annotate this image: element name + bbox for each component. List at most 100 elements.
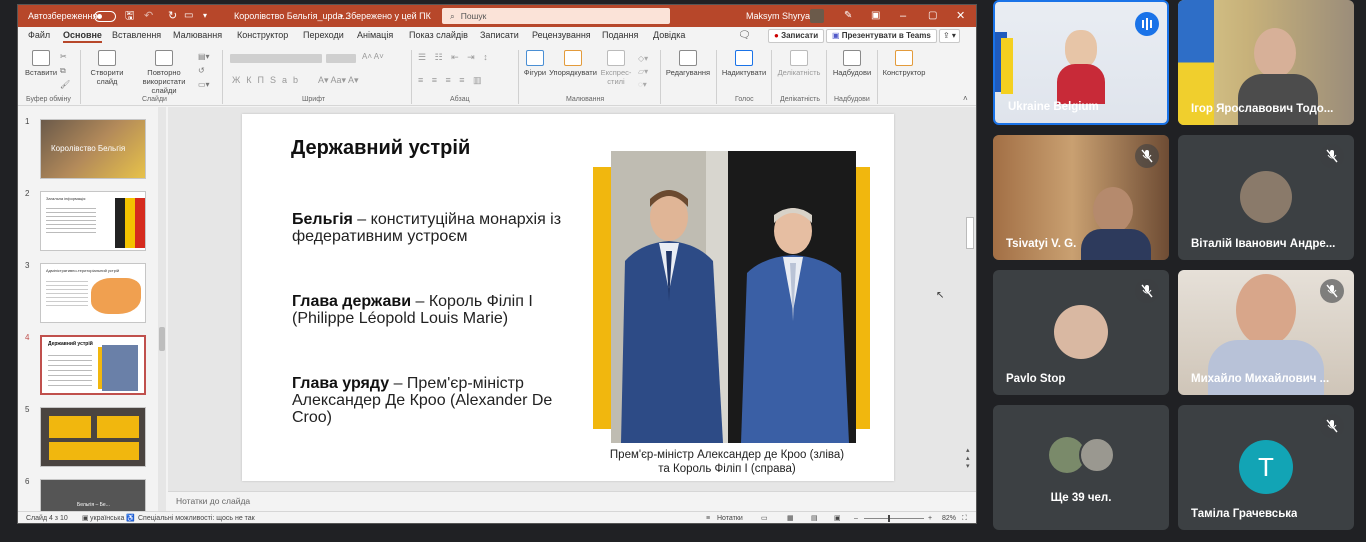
arrange-button[interactable]: Упорядкувати [549, 50, 597, 77]
tab-draw[interactable]: Малювання [173, 30, 222, 40]
scrollbar-thumb[interactable] [159, 327, 165, 351]
addins-button[interactable]: Надбудови [830, 50, 874, 77]
list-icons[interactable]: ☰ ☷ ⇤ ⇥ ↕ [418, 52, 491, 63]
more-participants-tile[interactable]: Ще 39 чел. [993, 405, 1169, 530]
align-icons[interactable]: ≡ ≡ ≡ ≡ ▥ [418, 75, 485, 86]
comments-icon[interactable]: 🗨 [738, 30, 751, 41]
minimize-icon[interactable]: – [900, 5, 906, 27]
participant-tile[interactable]: Ukraine Belgium [993, 0, 1169, 125]
language[interactable]: українська [90, 512, 124, 523]
paragraph-form-of-government[interactable]: Бельгія – конституційна монархія із феде… [292, 211, 592, 245]
reuse-slides-button[interactable]: Повторно використати слайди [132, 50, 196, 95]
shapes-button[interactable]: Фігури [522, 50, 548, 77]
slide-title[interactable]: Державний устрій [291, 137, 470, 160]
zoom-in-icon[interactable]: + [928, 512, 932, 523]
pen-icon[interactable]: ✎ [844, 5, 852, 27]
save-status[interactable]: • Збережено у цей ПК [340, 5, 431, 27]
tab-record[interactable]: Записати [480, 30, 519, 40]
tab-home[interactable]: Основне [63, 30, 102, 43]
notes-toggle[interactable]: Нотатки [717, 512, 743, 523]
normal-view-icon[interactable]: ▭ [761, 512, 768, 523]
customize-qat-icon[interactable]: ▾ [203, 5, 207, 27]
editor-scrollbar[interactable]: ▴ ▴ ▾ [964, 107, 976, 491]
zoom-out-icon[interactable]: – [854, 512, 858, 523]
reset-icon[interactable]: ↺ [198, 66, 205, 75]
share-button[interactable]: ⇪ ▾ [939, 29, 960, 43]
dictate-button[interactable]: Надиктувати [720, 50, 768, 77]
paragraph-head-of-state[interactable]: Глава держави – Король Філіп I (Philippe… [292, 293, 562, 327]
scrollbar-thumb[interactable] [966, 217, 974, 249]
editing-button[interactable]: Редагування [664, 50, 712, 77]
font-grow-icon[interactable]: A˄ A˅ [362, 52, 384, 61]
tab-slideshow[interactable]: Показ слайдів [409, 30, 468, 40]
font-color-icon[interactable]: A▾ Aa▾ A▾ [318, 75, 359, 86]
format-painter-icon[interactable]: 🖌 [60, 80, 70, 89]
maximize-icon[interactable]: ▢ [928, 5, 937, 27]
user-avatar[interactable] [810, 9, 824, 23]
present-in-teams-button[interactable]: ▣ Презентувати в Teams [826, 29, 937, 43]
zoom-slider[interactable] [864, 518, 924, 519]
slide-thumbnail-2[interactable]: Загальна інформація [40, 191, 146, 251]
autosave-toggle[interactable] [94, 5, 116, 27]
section-icon[interactable]: ▭▾ [198, 80, 210, 89]
present-from-start-icon[interactable]: ▭ [184, 5, 193, 27]
notes-pane[interactable]: Нотатки до слайда [168, 491, 976, 511]
undo-icon[interactable]: ↶ [144, 5, 153, 27]
notes-toggle-icon[interactable]: ≡ [706, 512, 710, 523]
prev-next-slide-icon[interactable]: ▴ ▴ ▾ [966, 447, 970, 471]
zoom-level[interactable]: 82% [942, 512, 956, 523]
font-name-select[interactable] [230, 54, 322, 63]
participant-tile[interactable]: Віталій Іванович Андре... [1178, 135, 1354, 260]
cut-icon[interactable]: ✂ [60, 52, 67, 61]
new-slide-button[interactable]: Створити слайд [84, 50, 130, 86]
thumbnails-scrollbar[interactable] [158, 107, 166, 511]
photo-caption[interactable]: Прем'єр-міністр Александер де Кроо (злів… [572, 448, 882, 476]
slide-thumbnail-4[interactable]: Державний устрій [40, 335, 146, 395]
accessibility-status[interactable]: Спеціальні можливості: щось не так [138, 512, 255, 523]
copy-icon[interactable]: ⧉ [60, 66, 66, 76]
font-format-icons[interactable]: ЖКПSab [232, 75, 304, 85]
fit-to-window-icon[interactable]: ⛶ [962, 512, 967, 523]
slide-thumbnail-1[interactable]: Королівство Бельгія [40, 119, 146, 179]
slide-sorter-icon[interactable]: ▦ [787, 512, 794, 523]
participant-tile[interactable]: Михайло Михайлович ... [1178, 270, 1354, 395]
tab-help[interactable]: Довідка [653, 30, 685, 40]
spell-check-icon[interactable]: ▣ [82, 512, 89, 523]
tab-insert[interactable]: Вставлення [112, 30, 161, 40]
tab-file[interactable]: Файл [28, 30, 50, 40]
quick-styles-button[interactable]: Експрес-стилі [598, 50, 634, 86]
layout-icon[interactable]: ▤▾ [198, 52, 210, 61]
reading-view-icon[interactable]: ▤ [811, 512, 818, 523]
close-icon[interactable]: ✕ [956, 5, 965, 27]
tab-animations[interactable]: Анімація [357, 30, 393, 40]
collapse-ribbon-icon[interactable]: ˄ [963, 94, 968, 103]
search-input[interactable]: ⌕ Пошук [442, 8, 670, 24]
tab-view[interactable]: Подання [602, 30, 638, 40]
save-icon[interactable]: 🖫 [125, 5, 134, 27]
redo-icon[interactable]: ↻ [168, 5, 177, 27]
slide-thumbnail-6[interactable]: Бельгія – Бе... [40, 479, 146, 511]
sensitivity-button[interactable]: Делікатність [775, 50, 823, 77]
paragraph-head-of-government[interactable]: Глава уряду – Прем'єр-міністр Александер… [292, 375, 567, 426]
ribbon-display-icon[interactable]: ▣ [871, 5, 880, 27]
tab-review[interactable]: Рецензування [532, 30, 591, 40]
participant-tile[interactable]: Tsivatyi V. G. [993, 135, 1169, 260]
record-button[interactable]: ● Записати [768, 29, 825, 43]
paste-button[interactable]: Вставити [22, 50, 60, 77]
slideshow-icon[interactable]: ▣ [834, 512, 841, 523]
zoom-slider-thumb[interactable] [888, 515, 890, 522]
photo-pm-and-king[interactable] [611, 151, 856, 443]
tab-design[interactable]: Конструктор [237, 30, 288, 40]
shape-format-icons[interactable]: ◇▾ ▱▾ ◌▾ [638, 52, 648, 91]
tab-transitions[interactable]: Переходи [303, 30, 344, 40]
slide-canvas[interactable]: Державний устрій Бельгія – конституційна… [242, 114, 894, 481]
slide-thumbnail-5[interactable] [40, 407, 146, 467]
participant-tile[interactable]: Pavlo Stop [993, 270, 1169, 395]
accessibility-icon[interactable]: ♿ [126, 512, 135, 523]
slide-thumbnail-3[interactable]: Адміністративно-територіальний устрій [40, 263, 146, 323]
font-size-select[interactable] [326, 54, 356, 63]
participant-tile[interactable]: Ігор Ярославович Тодо... [1178, 0, 1354, 125]
participant-tile[interactable]: Т Таміла Грачевська [1178, 405, 1354, 530]
designer-button[interactable]: Конструктор [880, 50, 928, 77]
user-name[interactable]: Maksym Shyryaev [746, 5, 820, 27]
